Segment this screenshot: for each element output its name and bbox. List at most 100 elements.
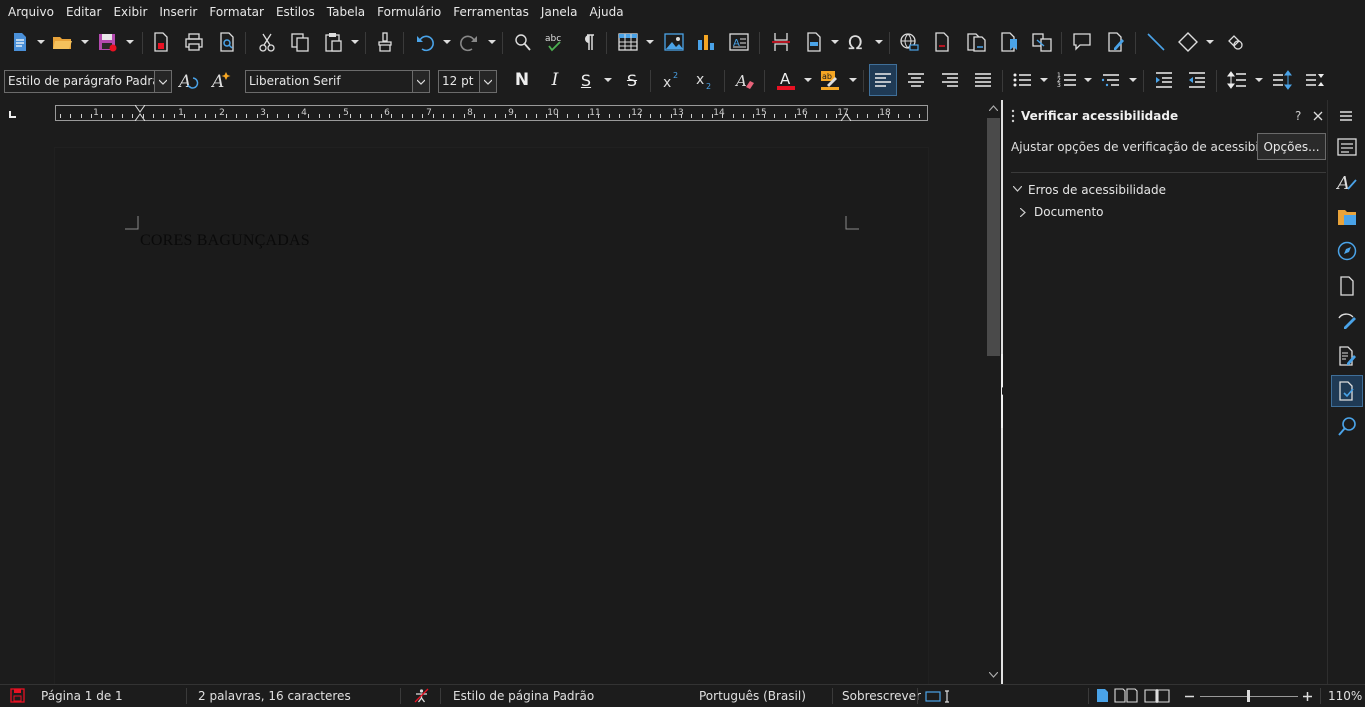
menu-ajuda[interactable]: Ajuda [584, 0, 630, 24]
print-preview-button[interactable] [213, 26, 241, 58]
italic-button[interactable]: I [541, 64, 569, 96]
chevron-down-icon[interactable] [831, 38, 839, 46]
line-spacing-button[interactable] [1223, 64, 1251, 96]
scroll-up-icon[interactable] [989, 105, 998, 111]
paragraph-spacing-increase-button[interactable] [1268, 64, 1296, 96]
horizontal-ruler[interactable]: 1 1 2 3 4 5 6 7 8 9 10 11 12 13 14 15 16 17 18 [55, 105, 928, 121]
insert-textbox-button[interactable]: A [725, 26, 753, 58]
tab-properties[interactable] [1331, 131, 1363, 163]
clone-formatting-button[interactable] [371, 26, 399, 58]
chevron-down-icon[interactable] [351, 38, 359, 46]
subscript-button[interactable]: x2 [691, 64, 719, 96]
menu-inserir[interactable]: Inserir [153, 0, 203, 24]
copy-button[interactable] [286, 26, 314, 58]
align-center-button[interactable] [902, 64, 930, 96]
insert-footnote-button[interactable] [928, 26, 956, 58]
font-name-select[interactable]: Liberation Serif [245, 70, 430, 93]
menu-janela[interactable]: Janela [535, 0, 584, 24]
chevron-right-icon[interactable] [1020, 208, 1026, 217]
chevron-down-icon[interactable] [1129, 76, 1137, 84]
justify-button[interactable] [969, 64, 997, 96]
menu-exibir[interactable]: Exibir [107, 0, 153, 24]
document-page[interactable]: CORES BAGUNÇADAS [55, 148, 928, 684]
panel-grip-icon[interactable] [1011, 109, 1015, 123]
undo-button[interactable] [411, 26, 439, 58]
menu-tabela[interactable]: Tabela [321, 0, 371, 24]
outline-list-button[interactable] [1097, 64, 1125, 96]
vertical-scrollbar-thumb[interactable] [987, 118, 1000, 356]
language-status[interactable]: Português (Brasil) [699, 689, 806, 703]
tab-find[interactable] [1331, 410, 1363, 442]
insert-image-button[interactable] [660, 26, 688, 58]
menu-editar[interactable]: Editar [60, 0, 108, 24]
panel-help-button[interactable]: ? [1295, 109, 1301, 123]
chevron-down-icon[interactable] [604, 76, 612, 84]
tab-page[interactable] [1331, 270, 1363, 302]
word-count-status[interactable]: 2 palavras, 16 caracteres [198, 689, 351, 703]
menu-formatar[interactable]: Formatar [203, 0, 270, 24]
unordered-list-button[interactable] [1008, 64, 1036, 96]
ordered-list-button[interactable]: 123 [1053, 64, 1081, 96]
formatting-marks-button[interactable] [574, 26, 602, 58]
bold-button[interactable]: N [508, 64, 536, 96]
page-style-status[interactable]: Estilo de página Padrão [453, 689, 594, 703]
scroll-down-icon[interactable] [989, 672, 998, 678]
left-indent-marker[interactable] [135, 105, 145, 121]
multi-page-view-icon[interactable] [1114, 688, 1138, 703]
sidebar-menu-icon[interactable] [1339, 110, 1353, 122]
align-left-button[interactable] [869, 64, 897, 96]
page-number-status[interactable]: Página 1 de 1 [41, 689, 123, 703]
tab-gallery[interactable] [1331, 201, 1363, 233]
insert-page-break-button[interactable] [767, 26, 795, 58]
book-view-icon[interactable] [1144, 688, 1170, 703]
document-text[interactable]: CORES BAGUNÇADAS [140, 232, 310, 250]
zoom-out-icon[interactable] [1184, 691, 1195, 702]
tab-style-inspector[interactable] [1331, 305, 1363, 337]
insert-cross-reference-button[interactable] [1028, 26, 1056, 58]
spelling-button[interactable]: abc [541, 26, 569, 58]
menu-formulario[interactable]: Formulário [371, 0, 447, 24]
tree-item-document[interactable]: Documento [1034, 205, 1104, 219]
paste-button[interactable] [319, 26, 347, 58]
strikethrough-button[interactable]: S [618, 64, 646, 96]
tab-navigator[interactable] [1331, 235, 1363, 267]
paragraph-style-dropdown[interactable] [154, 71, 171, 92]
insert-comment-button[interactable] [1068, 26, 1096, 58]
decrease-indent-button[interactable] [1183, 64, 1211, 96]
align-right-button[interactable] [936, 64, 964, 96]
chevron-down-icon[interactable] [488, 38, 496, 46]
new-style-button[interactable]: A [208, 64, 236, 96]
increase-indent-button[interactable] [1150, 64, 1178, 96]
vertical-scrollbar[interactable] [985, 100, 1002, 684]
insert-endnote-button[interactable] [962, 26, 990, 58]
accessibility-status-icon[interactable] [414, 688, 429, 703]
tree-item-accessibility-errors[interactable]: Erros de acessibilidade [1028, 183, 1166, 197]
basic-shapes-button[interactable] [1174, 26, 1202, 58]
chevron-down-icon[interactable] [1255, 76, 1263, 84]
superscript-button[interactable]: x2 [658, 64, 686, 96]
zoom-in-icon[interactable] [1302, 691, 1313, 702]
insert-table-button[interactable] [614, 26, 642, 58]
save-button[interactable] [93, 26, 121, 58]
draw-functions-button[interactable] [1220, 26, 1248, 58]
font-color-button[interactable]: A [772, 64, 800, 96]
chevron-down-icon[interactable] [443, 38, 451, 46]
font-name-dropdown[interactable] [412, 71, 429, 92]
print-button[interactable] [180, 26, 208, 58]
chevron-down-icon[interactable] [1206, 38, 1214, 46]
open-button[interactable] [48, 26, 76, 58]
right-indent-marker[interactable] [841, 105, 851, 121]
paragraph-spacing-decrease-button[interactable] [1301, 64, 1329, 96]
chevron-down-icon[interactable] [37, 38, 45, 46]
single-page-view-icon[interactable] [1096, 688, 1109, 703]
insert-mode-status[interactable]: Sobrescrever [842, 689, 921, 703]
highlight-color-button[interactable]: ab [816, 64, 844, 96]
document-modified-icon[interactable] [10, 688, 25, 703]
close-icon[interactable] [1313, 111, 1323, 121]
tab-styles[interactable]: A [1331, 166, 1363, 198]
cut-button[interactable] [253, 26, 281, 58]
new-document-button[interactable] [6, 26, 34, 58]
font-size-dropdown[interactable] [479, 71, 496, 92]
clear-formatting-button[interactable]: A [731, 64, 759, 96]
update-style-button[interactable]: A [175, 64, 203, 96]
